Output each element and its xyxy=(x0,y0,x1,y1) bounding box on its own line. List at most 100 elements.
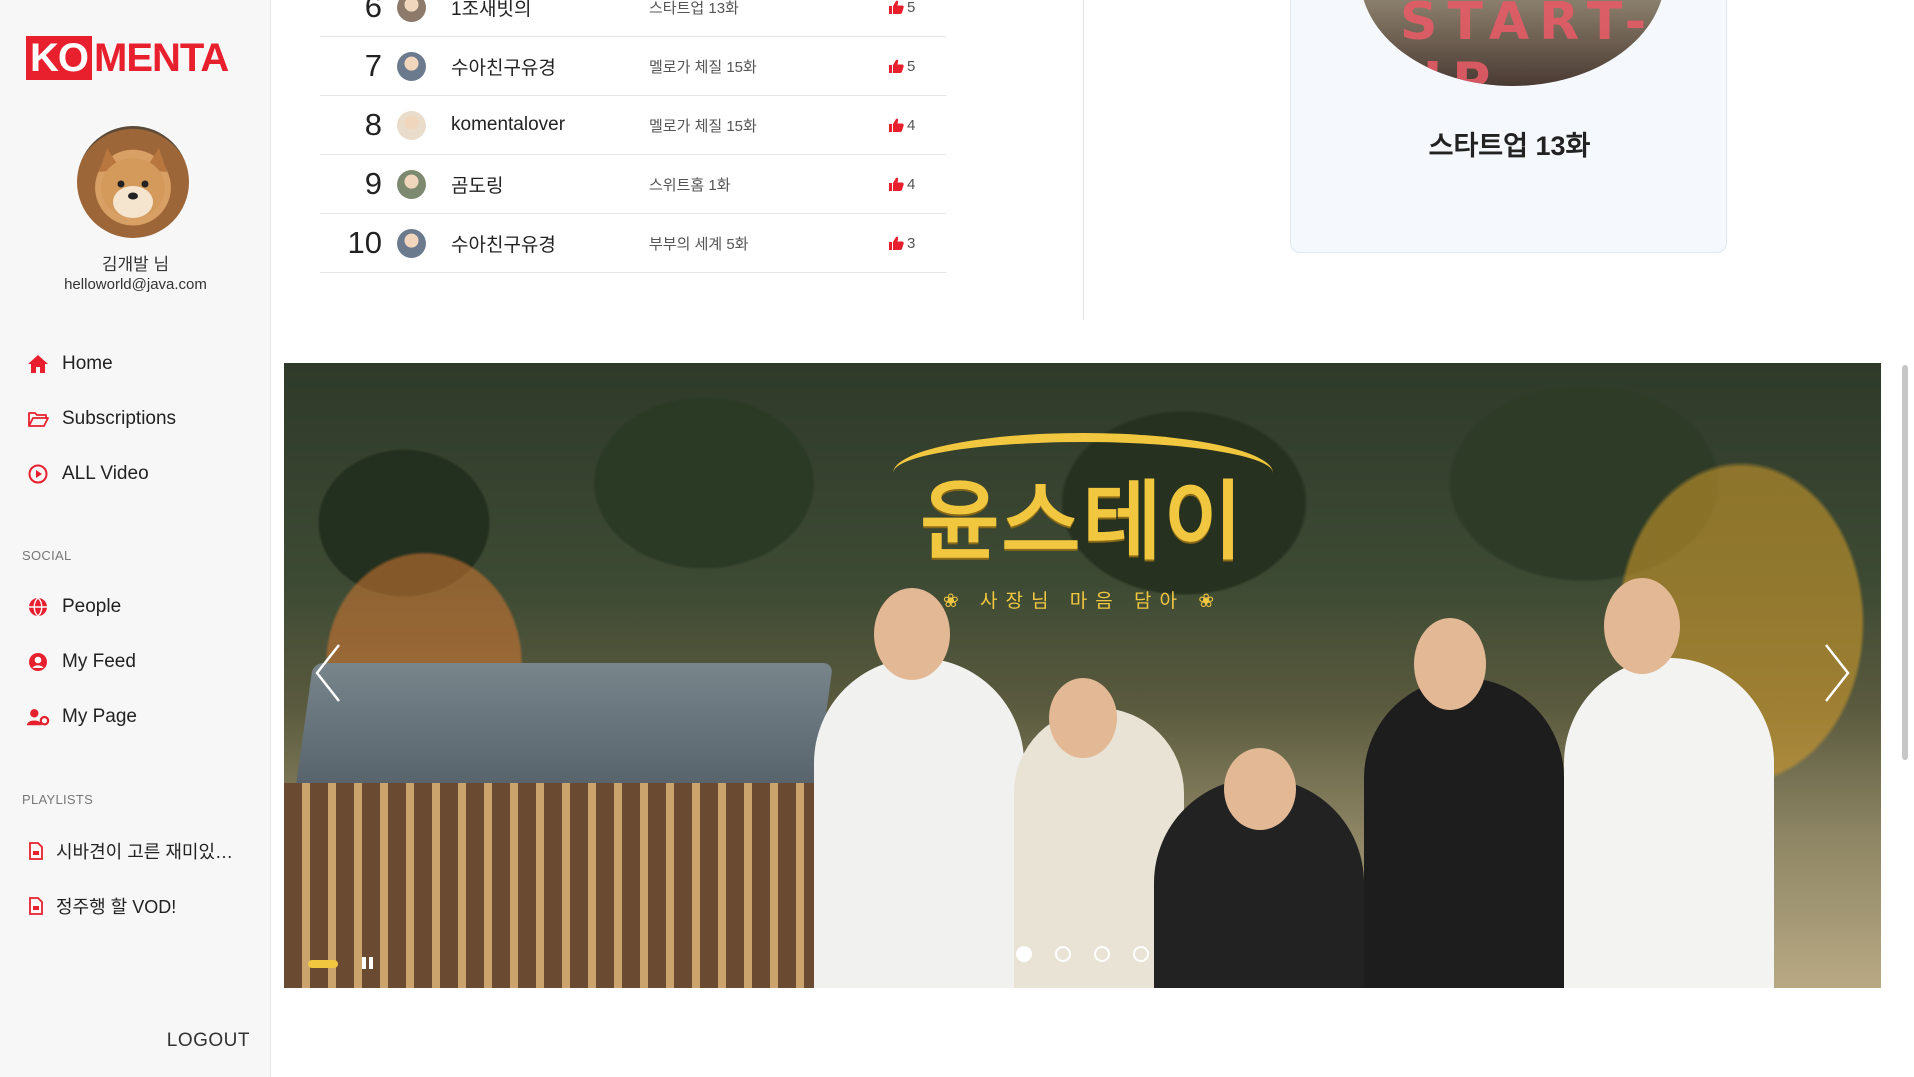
globe-icon xyxy=(26,595,50,619)
cast-head-3 xyxy=(1224,748,1296,830)
playlist-item-1-label: 시바견이 고른 재미있… xyxy=(56,842,234,862)
chevron-left-icon xyxy=(315,644,340,702)
carousel-next-button[interactable] xyxy=(1817,643,1857,703)
like-count: 4 xyxy=(889,117,915,134)
logo-ko-mark: KO xyxy=(26,36,92,80)
avatar[interactable] xyxy=(397,51,426,81)
thumbs-up-icon xyxy=(889,236,904,250)
carousel-dot-4[interactable] xyxy=(1133,946,1149,962)
banner-carousel[interactable]: 윤스테이 ❀ 사장님 마음 담아 ❀ xyxy=(284,363,1881,988)
like-count-value: 5 xyxy=(907,0,916,16)
carousel-dots xyxy=(284,946,1881,962)
playlist-item-2-label: 정주행 할 VOD! xyxy=(56,897,177,917)
carousel-prev-button[interactable] xyxy=(308,643,348,703)
rank-number: 10 xyxy=(347,225,382,260)
nav-my-page-label: My Page xyxy=(62,706,137,727)
banner-cast-illustration xyxy=(774,558,1774,988)
comment-ranking-list: 6 1조새빗의 스타트업 13화 5 7 수아친구유경 멜로가 체질 15화 5 8 koment… xyxy=(320,0,946,273)
playlist-item-1[interactable]: 시바견이 고른 재미있… xyxy=(26,838,233,864)
like-count: 5 xyxy=(889,58,915,75)
nav-all-video-label: ALL Video xyxy=(62,463,149,484)
document-icon xyxy=(26,839,46,863)
pause-icon xyxy=(362,957,366,969)
like-count: 5 xyxy=(889,0,915,16)
carousel-dot-3[interactable] xyxy=(1094,946,1110,962)
like-count-value: 4 xyxy=(907,175,916,193)
like-count-value: 5 xyxy=(907,57,916,75)
cast-head-5 xyxy=(1604,578,1680,674)
rank-episode[interactable]: 스위트홈 1화 xyxy=(649,174,889,195)
rank-number: 8 xyxy=(364,107,382,142)
pause-button[interactable] xyxy=(362,957,376,971)
carousel-dot-2[interactable] xyxy=(1055,946,1071,962)
rank-episode[interactable]: 스타트업 13화 xyxy=(649,0,889,18)
komenta-logo[interactable]: KO MENTA xyxy=(26,36,229,80)
avatar[interactable] xyxy=(397,0,426,22)
nav-home-label: Home xyxy=(62,353,113,374)
rank-username[interactable]: komentalover xyxy=(451,114,649,136)
logo-wordmark: MENTA xyxy=(94,36,229,80)
like-count: 4 xyxy=(889,176,915,193)
user-email: helloworld@java.com xyxy=(64,276,207,293)
nav-subscriptions[interactable]: Subscriptions xyxy=(26,407,176,431)
playlist-item-2[interactable]: 정주행 할 VOD! xyxy=(26,893,176,919)
playlists-section-title: PLAYLISTS xyxy=(22,792,94,807)
rank-number: 6 xyxy=(364,0,382,24)
top-video-poster[interactable]: START-UP xyxy=(1360,0,1665,86)
banner-hanok-roof xyxy=(294,663,834,793)
thumbs-up-icon xyxy=(889,0,904,14)
rank-username[interactable]: 수아친구유경 xyxy=(451,53,649,80)
carousel-dot-1[interactable] xyxy=(1016,946,1032,962)
rank-episode[interactable]: 멜로가 체질 15화 xyxy=(649,115,889,136)
user-cog-icon xyxy=(26,705,50,729)
ranking-row[interactable]: 8 komentalover 멜로가 체질 15화 4 xyxy=(320,96,946,155)
cast-head-1 xyxy=(874,588,950,680)
ranking-row[interactable]: 7 수아친구유경 멜로가 체질 15화 5 xyxy=(320,37,946,96)
cast-head-2 xyxy=(1049,678,1117,758)
poster-text: START-UP xyxy=(1400,0,1657,86)
user-name: 김개발 님 xyxy=(101,255,170,274)
folder-icon xyxy=(26,407,50,431)
page-scrollbar[interactable] xyxy=(1902,365,1908,760)
nav-my-feed-label: My Feed xyxy=(62,651,136,672)
rank-username[interactable]: 곰도링 xyxy=(451,171,649,198)
ranking-row[interactable]: 6 1조새빗의 스타트업 13화 5 xyxy=(320,0,946,37)
thumbs-up-icon xyxy=(889,118,904,132)
nav-all-video[interactable]: ALL Video xyxy=(26,462,149,486)
nav-home[interactable]: Home xyxy=(26,352,113,376)
like-count-value: 3 xyxy=(907,234,916,252)
rank-username[interactable]: 수아친구유경 xyxy=(451,230,649,257)
top-video-card[interactable]: START-UP 스타트업 13화 xyxy=(1290,0,1727,253)
nav-my-feed[interactable]: My Feed xyxy=(26,650,136,674)
play-circle-icon xyxy=(26,462,50,486)
like-count: 3 xyxy=(889,235,915,252)
chevron-right-icon xyxy=(1825,644,1850,702)
user-circle-icon xyxy=(26,650,50,674)
social-section-title: SOCIAL xyxy=(22,548,72,563)
ranking-row[interactable]: 10 수아친구유경 부부의 세계 5화 3 xyxy=(320,214,946,273)
rank-episode[interactable]: 부부의 세계 5화 xyxy=(649,233,889,254)
nav-my-page[interactable]: My Page xyxy=(26,705,137,729)
thumbs-up-icon xyxy=(889,177,904,191)
top-video-title[interactable]: 스타트업 13화 xyxy=(1291,124,1726,163)
rank-episode[interactable]: 멜로가 체질 15화 xyxy=(649,56,889,77)
shiba-avatar-image xyxy=(99,148,167,218)
like-count-value: 4 xyxy=(907,116,916,134)
rank-number: 9 xyxy=(364,166,382,201)
nav-people[interactable]: People xyxy=(26,595,121,619)
avatar[interactable] xyxy=(397,110,426,140)
cast-head-4 xyxy=(1414,618,1486,710)
logout-button[interactable]: LOGOUT xyxy=(167,1030,250,1052)
avatar[interactable] xyxy=(397,228,426,258)
ranking-row[interactable]: 9 곰도링 스위트홈 1화 4 xyxy=(320,155,946,214)
home-icon xyxy=(26,352,50,376)
rank-number: 7 xyxy=(364,48,382,83)
avatar[interactable] xyxy=(77,126,189,238)
cast-member-4 xyxy=(1364,678,1564,988)
cast-member-5 xyxy=(1564,658,1774,988)
vertical-divider xyxy=(1083,0,1084,320)
avatar[interactable] xyxy=(397,169,426,199)
rank-username[interactable]: 1조새빗의 xyxy=(451,0,649,21)
sidebar: KO MENTA 김개발 님 helloworld@java.com Home … xyxy=(0,0,271,1077)
thumbs-up-icon xyxy=(889,59,904,73)
